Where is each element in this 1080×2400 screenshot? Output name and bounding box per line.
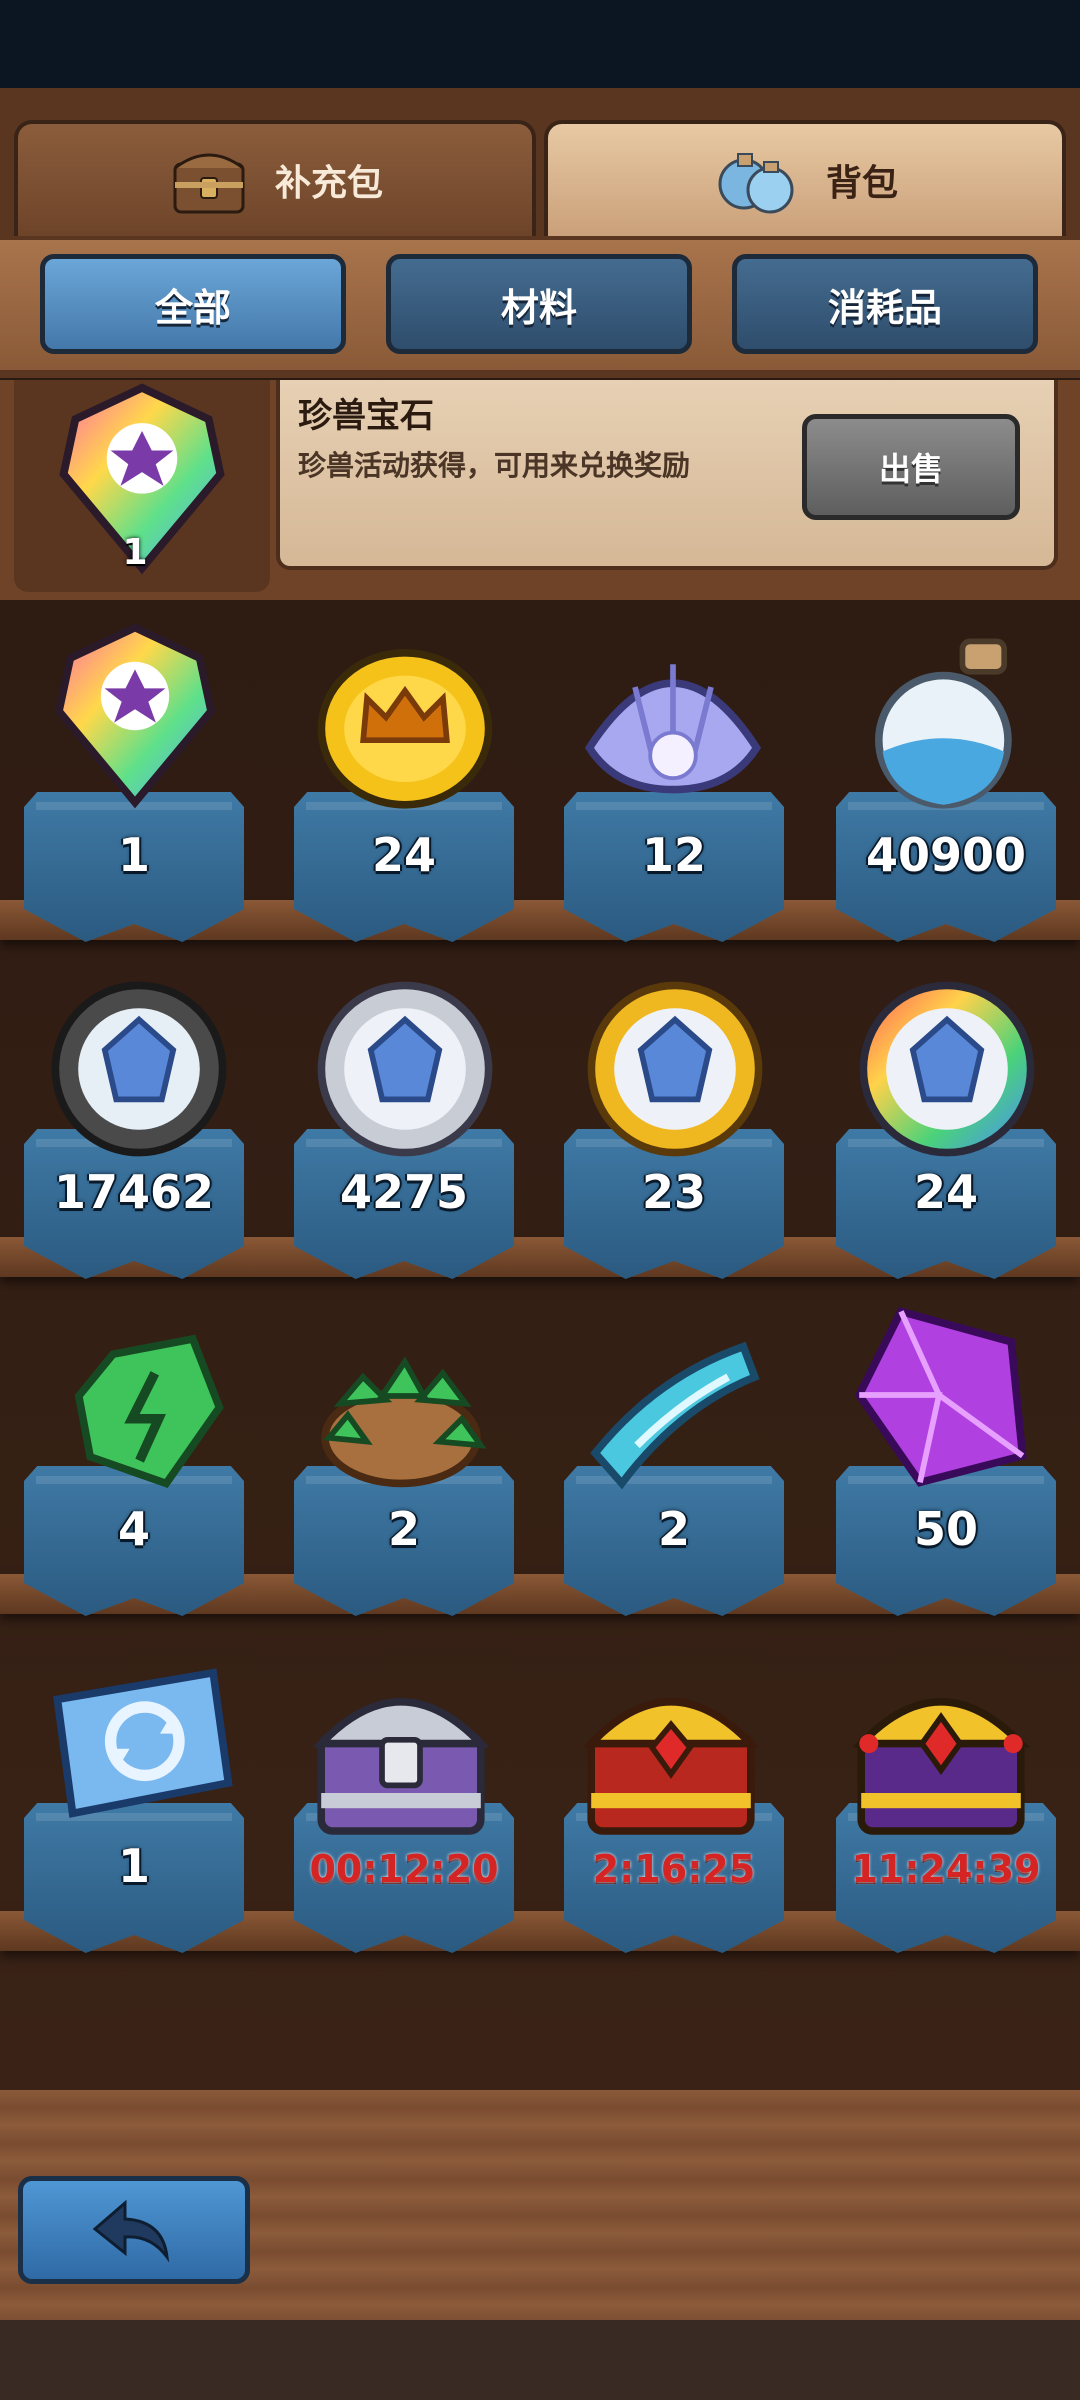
item-quantity: 23: [641, 1165, 706, 1219]
footer-strip: [0, 2320, 1080, 2400]
gold-chest-icon: [582, 1698, 760, 1835]
back-button[interactable]: [18, 2176, 250, 2284]
tab-supply-pack-label: 补充包: [274, 163, 383, 204]
silver-crystal-orb-icon: [317, 981, 493, 1157]
sell-button[interactable]: 出售: [802, 414, 1020, 520]
chest-timer: 11:24:39: [851, 1847, 1041, 1891]
item-quantity: 4: [117, 1502, 150, 1556]
inventory-slot[interactable]: 1: [14, 792, 254, 942]
item-quantity: 24: [913, 1165, 978, 1219]
green-stone-bag-icon: [321, 1356, 487, 1488]
item-quantity: 12: [641, 828, 706, 882]
item-quantity: 24: [371, 828, 436, 882]
royal-chest-icon: [852, 1698, 1030, 1835]
tab-supply-pack[interactable]: 补充包: [14, 120, 536, 240]
item-quantity: 2: [387, 1502, 420, 1556]
chest-timer: 2:16:25: [592, 1847, 756, 1891]
filter-materials-button[interactable]: 材料: [386, 254, 692, 354]
blue-ticket-scroll-icon: [590, 1341, 760, 1490]
rainbow-gem-icon: [54, 623, 216, 809]
purple-crystal-icon: [854, 1306, 1027, 1487]
item-quantity: 2: [657, 1502, 690, 1556]
item-quantity: 4275: [339, 1165, 469, 1219]
gold-crystal-orb-icon: [587, 981, 763, 1157]
status-bar: [0, 0, 1080, 88]
chest-icon: [173, 153, 245, 214]
item-quantity: 40900: [865, 828, 1027, 882]
pearl-shell-icon: [584, 664, 762, 794]
filter-all-button[interactable]: 全部: [40, 254, 346, 354]
item-quantity: 1: [117, 1839, 150, 1893]
refresh-ticket-icon: [53, 1668, 233, 1818]
tab-backpack[interactable]: 背包: [544, 120, 1066, 240]
detail-item-description: 珍兽活动获得，可用来兑换奖励: [298, 449, 691, 482]
item-quantity: 50: [913, 1502, 978, 1556]
detail-item-name: 珍兽宝石: [298, 396, 434, 436]
dark-crystal-orb-icon: [51, 981, 227, 1157]
chest-timer: 00:12:20: [309, 1847, 499, 1891]
silver-chest-icon: [312, 1698, 490, 1835]
back-arrow-icon: [92, 2199, 170, 2263]
filter-consumables-button[interactable]: 消耗品: [732, 254, 1038, 354]
potion-bag-icon: [718, 153, 794, 214]
tab-backpack-label: 背包: [825, 163, 898, 204]
rainbow-crystal-orb-icon: [859, 981, 1035, 1157]
blue-sand-bottle-icon: [875, 638, 1012, 809]
gold-crown-coin-icon: [317, 649, 493, 809]
item-quantity: 17462: [53, 1165, 215, 1219]
green-rune-stone-icon: [74, 1334, 224, 1488]
item-quantity: 1: [117, 828, 150, 882]
detail-item-count: 1: [122, 532, 148, 573]
